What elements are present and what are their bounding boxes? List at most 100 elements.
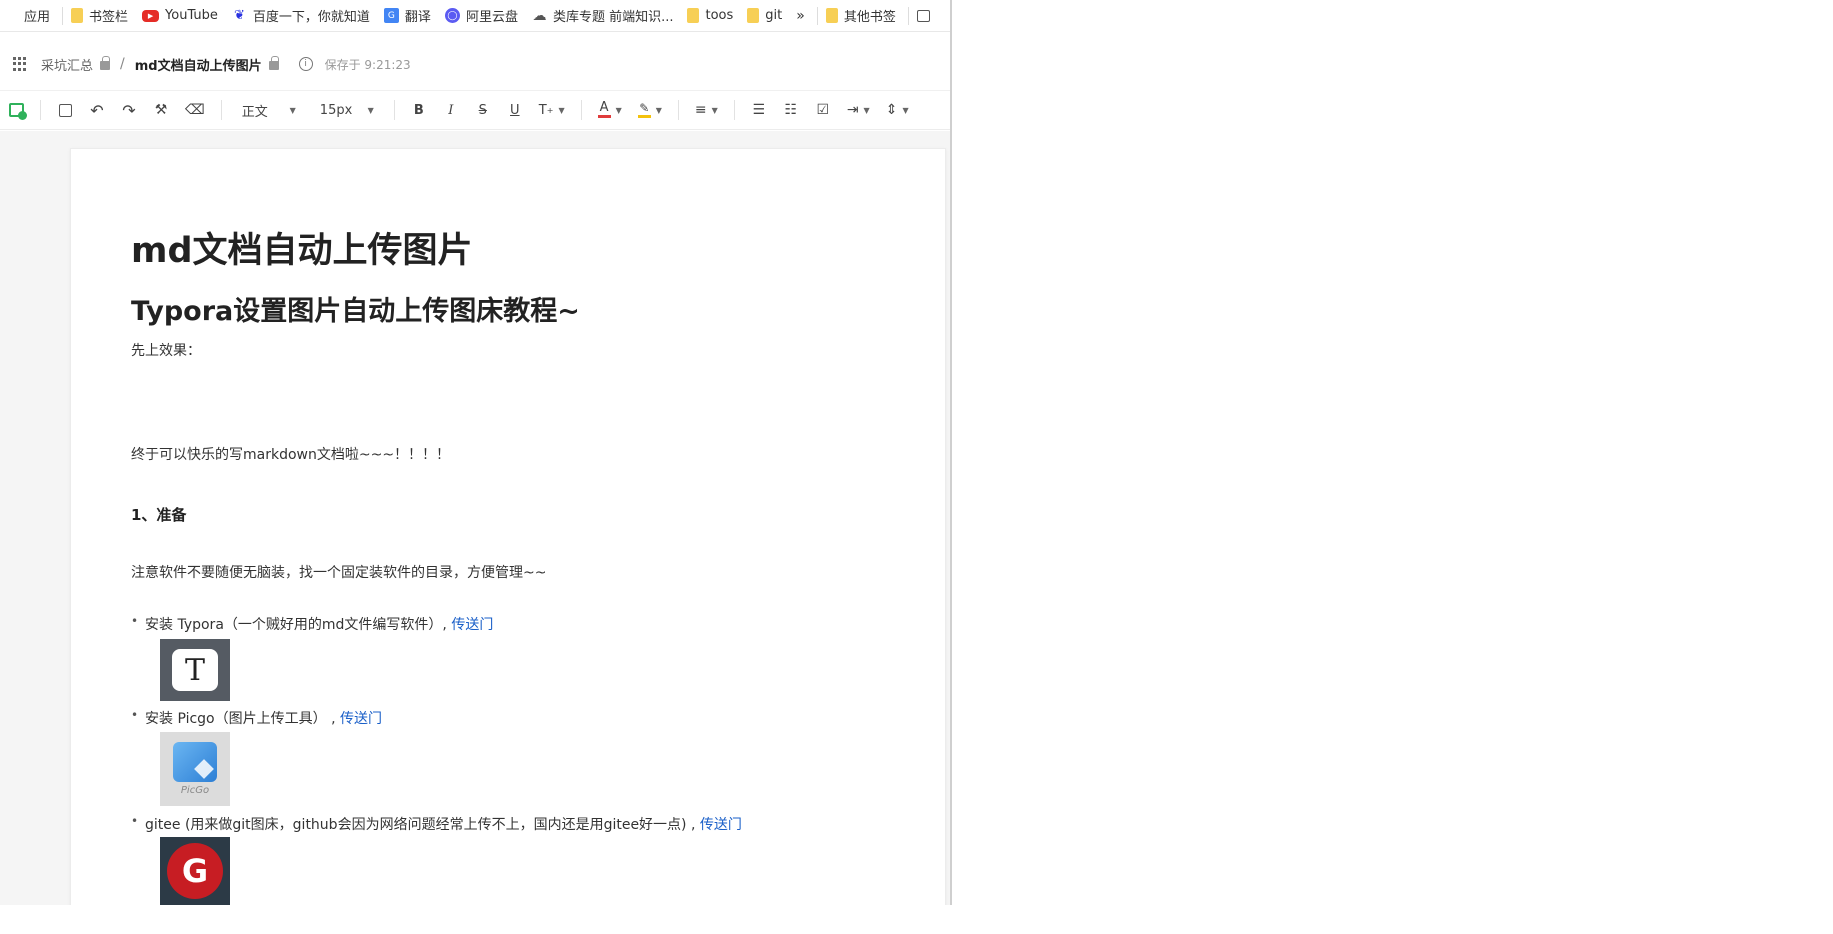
format-painter-icon: ⚒ xyxy=(154,102,168,118)
checkbox-icon: ☑ xyxy=(816,102,830,118)
section-heading-prepare[interactable]: 1、准备 xyxy=(131,504,186,525)
bookmark-label: 其他书签 xyxy=(843,10,896,25)
format-painter-button[interactable]: ⚒ xyxy=(149,97,173,123)
document-page[interactable]: md文档自动上传图片 Typora设置图片自动上传图床教程~ 先上效果： 终于可… xyxy=(70,148,946,905)
toolbar-divider xyxy=(580,100,582,120)
list-item-picgo[interactable]: 安装 Picgo（图片上传工具） , 传送门 xyxy=(131,708,382,728)
indent-button[interactable]: ⇥ ▼ xyxy=(843,97,874,123)
font-color-icon: A xyxy=(597,101,611,118)
superscript-label: T xyxy=(538,102,547,118)
list-item-typora[interactable]: 安装 Typora（一个贼好用的md文件编写软件）, 传送门 xyxy=(131,614,493,634)
underline-button[interactable]: U xyxy=(503,97,527,123)
toolbar-divider xyxy=(40,100,41,120)
document-heading-2[interactable]: Typora设置图片自动上传图床教程~ xyxy=(131,289,580,328)
toolbar-divider xyxy=(393,100,395,120)
bookmark-label: 类库专题 前端知识... xyxy=(552,10,674,25)
cloud-sketch-icon: ☁ xyxy=(532,7,547,24)
note-paragraph[interactable]: 注意软件不要随便无脑装，找一个固定装软件的目录，方便管理~~ xyxy=(131,562,546,582)
chevron-down-icon: ▼ xyxy=(863,105,870,115)
line-spacing-icon: ⇕ xyxy=(885,102,898,118)
typora-download-link[interactable]: 传送门 xyxy=(451,617,493,633)
chevron-down-icon: ▼ xyxy=(367,105,374,115)
bookmark-other-folder[interactable]: 其他书签 xyxy=(821,0,905,32)
insert-block-icon xyxy=(8,103,27,120)
bookmark-label: 应用 xyxy=(24,10,51,25)
strikethrough-button[interactable]: S xyxy=(471,97,495,123)
numbered-list-button[interactable]: ☷ xyxy=(779,97,803,123)
page-title[interactable]: md文档自动上传图片 xyxy=(135,55,262,74)
redo-button[interactable]: ↷ xyxy=(117,97,141,123)
font-size-select[interactable]: 15px ▼ xyxy=(312,97,382,123)
browser-window: 应用 书签栏 ▶ YouTube ❦ 百度一下，你就知道 G 翻译 ◯ 阿里云盘… xyxy=(0,0,952,905)
highlight-color-button[interactable]: ✎ ▼ xyxy=(634,97,666,123)
typora-logo-icon: T xyxy=(160,639,230,701)
document-heading-1[interactable]: md文档自动上传图片 xyxy=(131,222,473,273)
bullet-list-button[interactable]: ☰ xyxy=(747,97,771,123)
aliyun-drive-icon: ◯ xyxy=(444,8,460,23)
bookmark-label: 翻译 xyxy=(404,10,431,25)
app-menu-icon[interactable] xyxy=(13,57,27,71)
bookmark-git-folder[interactable]: git xyxy=(742,0,791,32)
bookmark-label: toos xyxy=(705,8,734,23)
bookmark-aliyun-drive[interactable]: ◯ 阿里云盘 xyxy=(440,0,527,32)
numbered-list-icon: ☷ xyxy=(784,102,798,118)
italic-button[interactable]: I xyxy=(439,97,463,123)
align-left-icon: ≡ xyxy=(694,102,707,118)
bookmark-divider xyxy=(907,6,909,25)
chevron-down-icon: ▼ xyxy=(558,105,565,115)
font-color-button[interactable]: A ▼ xyxy=(594,97,626,123)
apps-grid-icon xyxy=(5,8,18,23)
google-translate-icon: G xyxy=(383,8,399,23)
toolbar-divider xyxy=(220,100,222,120)
indent-icon: ⇥ xyxy=(846,102,859,118)
bookmark-bookmarks-bar-folder[interactable]: 书签栏 xyxy=(66,0,137,32)
bookmark-youtube[interactable]: ▶ YouTube xyxy=(137,0,227,32)
paragraph-style-select[interactable]: 正文 ▼ xyxy=(234,97,304,123)
bookmarks-bar: 应用 书签栏 ▶ YouTube ❦ 百度一下，你就知道 G 翻译 ◯ 阿里云盘… xyxy=(0,0,950,32)
bookmark-baidu[interactable]: ❦ 百度一下，你就知道 xyxy=(227,0,379,32)
bookmark-label: git xyxy=(765,8,783,23)
editor-canvas: md文档自动上传图片 Typora设置图片自动上传图床教程~ 先上效果： 终于可… xyxy=(0,131,950,905)
breadcrumb-separator: / xyxy=(120,56,125,72)
gitee-link[interactable]: 传送门 xyxy=(700,817,742,833)
bookmark-translate[interactable]: G 翻译 xyxy=(379,0,440,32)
breadcrumb-workspace[interactable]: 采坑汇总 xyxy=(41,55,93,74)
undo-icon: ↶ xyxy=(90,100,104,120)
clear-format-button[interactable]: ⌫ xyxy=(181,97,209,123)
bold-button[interactable]: B xyxy=(407,97,431,123)
bookmark-label: 百度一下，你就知道 xyxy=(252,10,370,25)
reading-list-button[interactable] xyxy=(912,0,945,32)
bookmark-divider xyxy=(62,6,64,25)
task-list-button[interactable]: ☑ xyxy=(811,97,835,123)
align-button[interactable]: ≡ ▼ xyxy=(691,97,722,123)
paragraph-style-value: 正文 xyxy=(241,104,268,120)
eraser-icon: ⌫ xyxy=(185,102,205,118)
toolbar-divider xyxy=(677,100,679,120)
list-item-text: 安装 Typora（一个贼好用的md文件编写软件）, xyxy=(145,617,452,633)
toolbar-divider xyxy=(733,100,735,120)
more-bookmarks-button[interactable]: » xyxy=(791,0,814,32)
undo-button[interactable]: ↶ xyxy=(85,97,109,123)
superscript-button[interactable]: T + ▼ xyxy=(535,97,569,123)
list-item-gitee[interactable]: gitee (用来做git图床，github会因为网络问题经常上传不上，国内还是… xyxy=(131,814,742,834)
info-icon[interactable]: i xyxy=(298,57,313,71)
more-bookmarks-icon: » xyxy=(796,7,805,24)
picgo-download-link[interactable]: 传送门 xyxy=(340,711,382,727)
lock-icon xyxy=(100,55,111,70)
bookmark-toos-folder[interactable]: toos xyxy=(682,0,742,32)
happy-paragraph[interactable]: 终于可以快乐的写markdown文档啦~~~！！！！ xyxy=(131,444,450,464)
youtube-icon: ▶ xyxy=(142,9,160,22)
save-button[interactable] xyxy=(53,97,77,123)
redo-icon: ↷ xyxy=(122,100,136,120)
highlighter-icon: ✎ xyxy=(637,102,651,118)
bookmark-apps[interactable]: 应用 xyxy=(0,0,59,32)
chevron-down-icon: ▼ xyxy=(711,105,718,115)
line-spacing-button[interactable]: ⇕ ▼ xyxy=(882,97,913,123)
intro-paragraph[interactable]: 先上效果： xyxy=(131,340,201,360)
folder-icon xyxy=(71,8,84,23)
list-item-text: gitee (用来做git图床，github会因为网络问题经常上传不上，国内还是… xyxy=(145,817,700,833)
baidu-paw-icon: ❦ xyxy=(233,8,245,23)
list-item-text: 安装 Picgo（图片上传工具） , xyxy=(145,711,340,727)
insert-block-button[interactable] xyxy=(4,97,28,123)
bookmark-frontend-libs[interactable]: ☁ 类库专题 前端知识... xyxy=(527,0,683,32)
